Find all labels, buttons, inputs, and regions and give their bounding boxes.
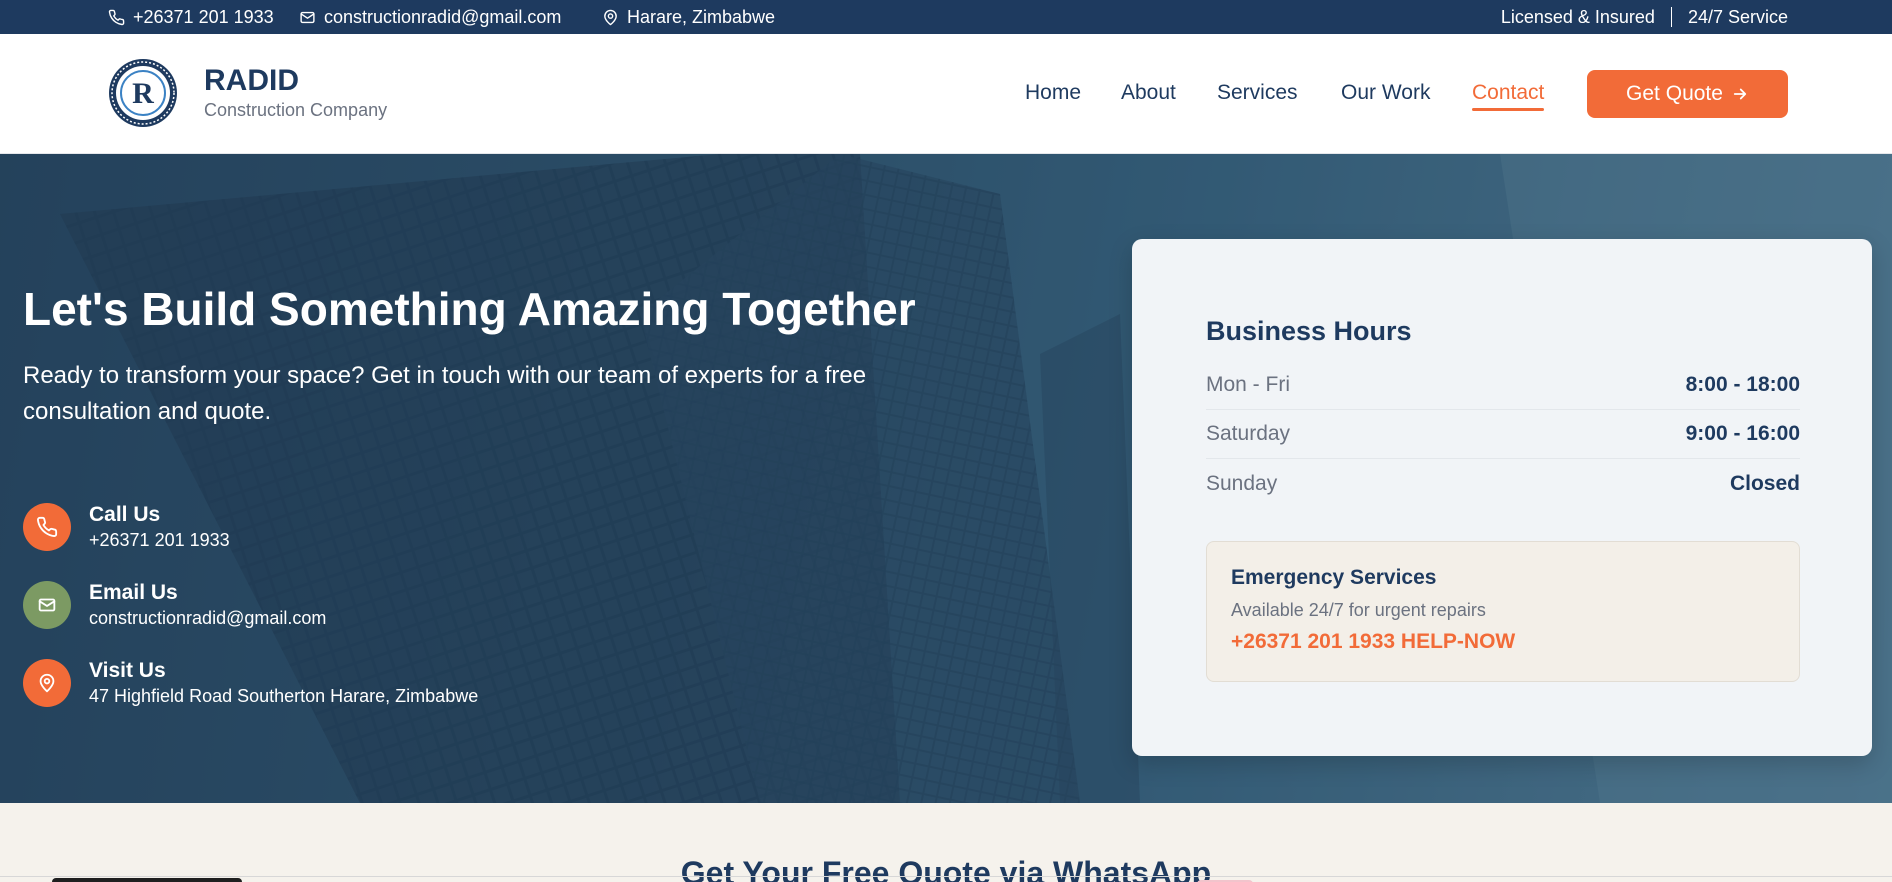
hours-time: 9:00 - 16:00 [1685, 422, 1800, 445]
topbar-email[interactable]: constructionradid@gmail.com [299, 0, 561, 34]
hours-day: Saturday [1206, 422, 1291, 445]
hero-lead: Ready to transform your space? Get in to… [23, 362, 867, 425]
get-quote-button[interactable]: Get Quote [1587, 70, 1788, 118]
topbar-email-text: constructionradid@gmail.com [324, 6, 562, 27]
mail-icon-circle [23, 581, 71, 629]
location-icon [604, 9, 617, 25]
hero-title: Let's Build Something Amazing Together [23, 283, 916, 335]
contact-visit-title: Visit Us [89, 659, 166, 682]
contact-visit[interactable]: Visit Us 47 Highfield Road Southerton Ha… [23, 658, 478, 708]
phone-icon-circle [23, 503, 71, 551]
brand-name: RADID [204, 64, 299, 97]
hours-day: Mon - Fri [1206, 373, 1290, 396]
overlay-tab[interactable] [52, 878, 242, 882]
arrow-right-icon [1733, 88, 1747, 100]
hours-time: Closed [1729, 471, 1800, 495]
emergency-subtitle: Available 24/7 for urgent repairs [1231, 600, 1486, 620]
brand[interactable]: RADID Construction Company [204, 64, 387, 122]
topbar-badges: Licensed & Insured 24/7 Service [1501, 0, 1788, 34]
phone-icon [108, 9, 125, 25]
contact-email-value: constructionradid@gmail.com [89, 608, 327, 628]
hours-row: Saturday 9:00 - 16:00 [1206, 410, 1800, 459]
business-hours-card: Business Hours Mon - Fri 8:00 - 18:00 Sa… [1132, 239, 1872, 756]
topbar-phone-text: +26371 201 1933 [133, 6, 274, 27]
phone-icon [37, 516, 58, 537]
topbar-phone[interactable]: +26371 201 1933 [108, 0, 274, 34]
contact-call-value: +26371 201 1933 [89, 530, 230, 550]
hours-row: Sunday Closed [1206, 459, 1800, 508]
location-icon-circle [23, 659, 71, 707]
brand-subtitle: Construction Company [204, 100, 388, 120]
hours-time: 8:00 - 18:00 [1685, 373, 1800, 396]
contact-email-title: Email Us [89, 581, 178, 604]
emergency-phone-link[interactable]: +26371 201 1933 HELP-NOW [1231, 630, 1515, 654]
company-logo[interactable]: R [108, 58, 178, 128]
contact-email[interactable]: Email Us constructionradid@gmail.com [23, 580, 326, 630]
divider [0, 876, 1892, 877]
contact-hero: Let's Build Something Amazing Together R… [0, 154, 1892, 803]
location-icon [39, 673, 55, 693]
hours-day: Sunday [1206, 471, 1278, 495]
top-info-bar: +26371 201 1933 constructionradid@gmail.… [0, 0, 1892, 34]
get-quote-label: Get Quote [1626, 82, 1723, 105]
business-hours-title: Business Hours [1206, 316, 1412, 346]
divider [1670, 7, 1672, 27]
licensed-text: Licensed & Insured [1500, 6, 1655, 27]
whatsapp-heading: Get Your Free Quote via WhatsApp [680, 855, 1212, 882]
emergency-title: Emergency Services [1231, 566, 1437, 589]
contact-call-title: Call Us [89, 503, 161, 526]
mail-icon [38, 598, 56, 612]
service-text: 24/7 Service [1687, 6, 1788, 27]
topbar-location-text: Harare, Zimbabwe [627, 6, 776, 27]
nav-services[interactable]: Services [1217, 81, 1298, 105]
mail-icon [300, 11, 315, 23]
contact-visit-value: 47 Highfield Road Southerton Harare, Zim… [89, 686, 479, 706]
contact-call[interactable]: Call Us +26371 201 1933 [23, 502, 230, 552]
svg-text:R: R [132, 77, 154, 110]
nav-home[interactable]: Home [1025, 81, 1081, 105]
site-header: R RADID Construction Company Home About … [0, 34, 1892, 154]
nav-contact[interactable]: Contact [1472, 81, 1545, 111]
whatsapp-quote-section: Get Your Free Quote via WhatsApp [0, 803, 1892, 882]
emergency-services-box: Emergency Services Available 24/7 for ur… [1206, 541, 1800, 682]
topbar-location: Harare, Zimbabwe [602, 0, 775, 34]
nav-about[interactable]: About [1121, 81, 1176, 105]
hours-row: Mon - Fri 8:00 - 18:00 [1206, 361, 1800, 410]
nav-our-work[interactable]: Our Work [1341, 81, 1430, 105]
